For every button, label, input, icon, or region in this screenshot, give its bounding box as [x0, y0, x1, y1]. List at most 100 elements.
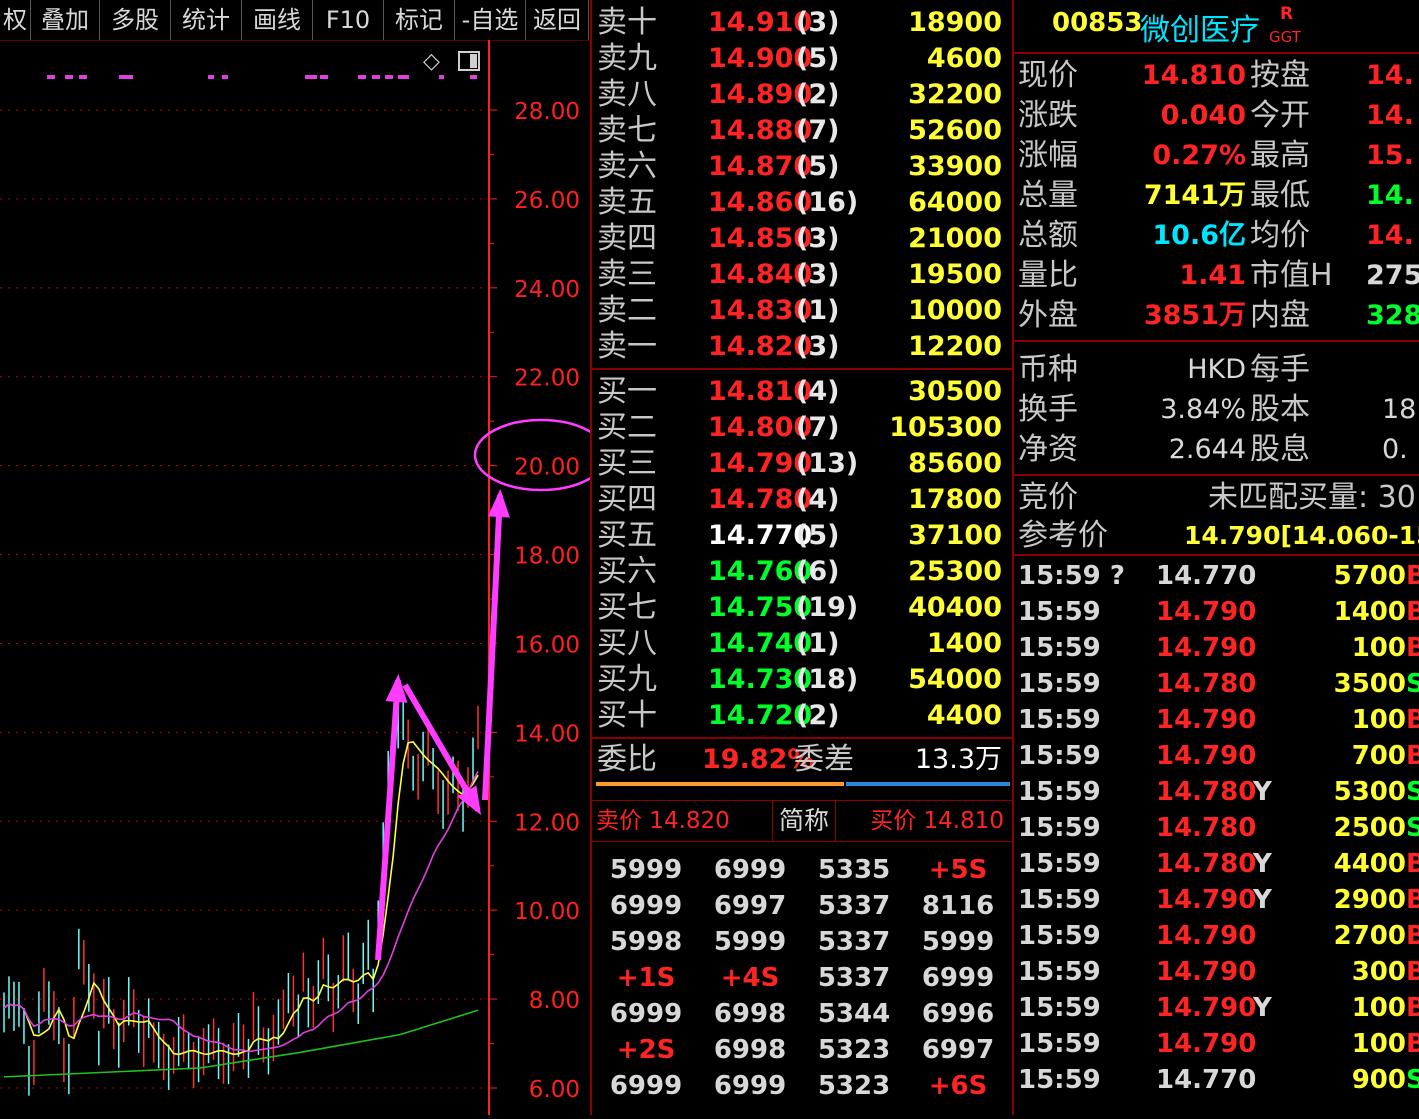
bid-row[interactable]: 买一 14.810 (4) 30500 [592, 374, 1012, 410]
broker-cell[interactable]: 5335 [804, 852, 904, 888]
bid-count: (2) [796, 700, 840, 731]
trade-tick-row: 15:59 14.780 3500 S [1014, 666, 1419, 702]
signal-marker [47, 75, 55, 79]
broker-cell[interactable]: 5344 [804, 996, 904, 1032]
broker-cell[interactable]: 5998 [596, 924, 696, 960]
tick-volume: 2500 [1333, 813, 1406, 843]
broker-header: 卖价 14.820 简称 买价 14.810 [592, 800, 1012, 842]
broker-cell[interactable]: 6999 [700, 1068, 800, 1104]
ask-label: 卖十 [597, 5, 657, 40]
broker-cell[interactable]: +6S [908, 1068, 1008, 1104]
ask-count: (2) [796, 79, 840, 110]
bid-row[interactable]: 买四 14.780 (4) 17800 [592, 482, 1012, 518]
quote-value: 10.6亿 [1152, 220, 1246, 251]
broker-cell[interactable]: 6999 [700, 852, 800, 888]
broker-cell[interactable]: +4S [700, 960, 800, 996]
toolbar-button-6[interactable]: 标记 [384, 0, 455, 40]
tick-side: B [1406, 993, 1419, 1023]
bid-row[interactable]: 买九 14.730 (18) 54000 [592, 662, 1012, 698]
short-name-tab[interactable]: 简称 [772, 801, 837, 841]
bid-row[interactable]: 买五 14.770 (5) 37100 [592, 518, 1012, 554]
bid-volume: 25300 [908, 556, 1002, 587]
toolbar-button-8[interactable]: 返回 [526, 0, 589, 40]
broker-cell[interactable]: 5999 [700, 924, 800, 960]
bid-row[interactable]: 买三 14.790 (13) 85600 [592, 446, 1012, 482]
ask-row[interactable]: 卖八 14.890 (2) 32200 [592, 77, 1012, 113]
bid-volume: 40400 [908, 592, 1002, 623]
ask-row[interactable]: 卖九 14.900 (5) 4600 [592, 41, 1012, 77]
ask-row[interactable]: 卖三 14.840 (3) 19500 [592, 257, 1012, 293]
broker-cell[interactable]: 6999 [908, 960, 1008, 996]
ask-row[interactable]: 卖四 14.850 (3) 21000 [592, 221, 1012, 257]
ask-row[interactable]: 卖七 14.880 (7) 52600 [592, 113, 1012, 149]
quote-row: 现价 14.810 按盘 14. [1014, 56, 1419, 96]
broker-cell[interactable]: 5323 [804, 1068, 904, 1104]
broker-cell[interactable]: 6998 [700, 996, 800, 1032]
weibi-bar-blue [846, 782, 1010, 786]
ma-magenta-line [3, 771, 479, 1053]
quote-row: 外盘 3851万 内盘 328 [1014, 296, 1419, 336]
toolbar-button-3[interactable]: 统计 [171, 0, 242, 40]
annotation-arrow-up [375, 679, 401, 961]
toolbar-button-1[interactable]: 叠加 [31, 0, 100, 40]
broker-cell[interactable]: +1S [596, 960, 696, 996]
bid-row[interactable]: 买八 14.740 (1) 1400 [592, 626, 1012, 662]
ask-label: 卖二 [597, 293, 657, 328]
tick-volume: 900 [1351, 1065, 1406, 1095]
bid-row[interactable]: 买七 14.750 (19) 40400 [592, 590, 1012, 626]
broker-cell[interactable]: 6999 [596, 888, 696, 924]
quote-label: 最高 [1250, 138, 1310, 173]
ask-row[interactable]: 卖六 14.870 (5) 33900 [592, 149, 1012, 185]
y-tick-label: 26.00 [514, 188, 580, 214]
quote-value: 15. [1366, 140, 1414, 171]
quote-value: 14. [1366, 180, 1414, 211]
ask-volume: 19500 [908, 259, 1002, 290]
info-row: 币种 HKD 每手 [1014, 350, 1419, 390]
trade-tick-row: 15:59 14.790 300 B [1014, 954, 1419, 990]
tick-side: S [1406, 1065, 1419, 1095]
ask-volume: 33900 [908, 151, 1002, 182]
bid-label: 买四 [597, 482, 657, 517]
price-chart[interactable]: 28.00 26.00 24.00 22.00 20.00 18.00 16.00 14.00… [0, 40, 609, 1115]
ask-row[interactable]: 卖一 14.820 (3) 12200 [592, 329, 1012, 365]
broker-cell[interactable]: 6997 [908, 1032, 1008, 1068]
ask-count: (3) [796, 7, 840, 38]
broker-cell[interactable]: +2S [596, 1032, 696, 1068]
broker-cell[interactable]: 6996 [908, 996, 1008, 1032]
quote-row: 总额 10.6亿 均价 14. [1014, 216, 1419, 256]
ask-row[interactable]: 卖二 14.830 (1) 10000 [592, 293, 1012, 329]
toolbar-button-5[interactable]: F10 [313, 0, 384, 40]
tick-side: S [1406, 669, 1419, 699]
broker-cell[interactable]: 5999 [908, 924, 1008, 960]
tick-side: B [1406, 849, 1419, 879]
bid-count: (13) [796, 448, 859, 479]
broker-cell[interactable]: 6999 [596, 996, 696, 1032]
toolbar-button-7[interactable]: -自选 [455, 0, 526, 40]
broker-cell[interactable]: 5999 [596, 852, 696, 888]
broker-cell[interactable]: 6997 [700, 888, 800, 924]
tick-time: 15:59 [1018, 813, 1101, 843]
tick-price: 14.780 [1156, 669, 1257, 699]
ask-row[interactable]: 卖十 14.910 (3) 18900 [592, 5, 1012, 41]
bid-row[interactable]: 买十 14.720 (2) 4400 [592, 698, 1012, 734]
broker-cell[interactable]: 5337 [804, 960, 904, 996]
broker-cell[interactable]: 5323 [804, 1032, 904, 1068]
bid-row[interactable]: 买二 14.800 (7) 105300 [592, 410, 1012, 446]
ask-count: (7) [796, 115, 840, 146]
toolbar-button-2[interactable]: 多股 [100, 0, 171, 40]
bid-row[interactable]: 买六 14.760 (6) 25300 [592, 554, 1012, 590]
signal-marker [305, 75, 317, 79]
tick-volume: 100 [1351, 1029, 1406, 1059]
quote-value: 1.41 [1179, 260, 1246, 291]
ask-row[interactable]: 卖五 14.860 (16) 64000 [592, 185, 1012, 221]
broker-cell[interactable]: 5337 [804, 888, 904, 924]
trade-tick-row: 15:59 14.790 Y 2900 B [1014, 882, 1419, 918]
toolbar-button-0[interactable]: 权 [0, 0, 31, 40]
bid-label: 买五 [597, 518, 657, 553]
broker-cell[interactable]: 6998 [700, 1032, 800, 1068]
broker-cell[interactable]: 8116 [908, 888, 1008, 924]
broker-cell[interactable]: 6999 [596, 1068, 696, 1104]
broker-cell[interactable]: 5337 [804, 924, 904, 960]
toolbar-button-4[interactable]: 画线 [242, 0, 313, 40]
broker-cell[interactable]: +5S [908, 852, 1008, 888]
